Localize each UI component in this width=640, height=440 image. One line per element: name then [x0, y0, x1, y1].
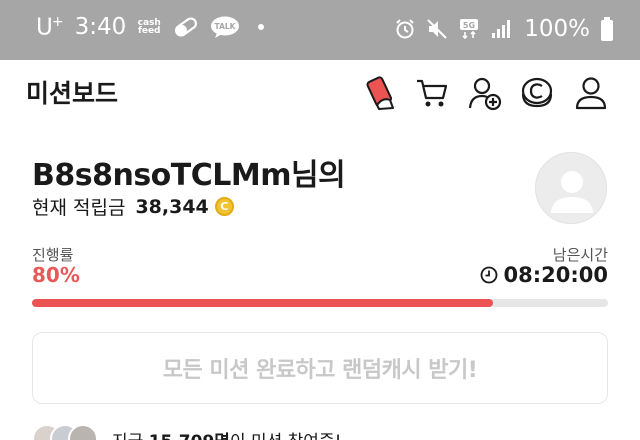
page-title: 미션보드 [26, 79, 119, 108]
participants-text: 지금 15,709명이 미션 참여중! [112, 427, 341, 440]
progress-bar [32, 299, 608, 307]
participants-prefix: 지금 [112, 432, 149, 440]
remaining-time-value: 08:20:00 [503, 263, 608, 287]
progress-label: 진행률 [32, 246, 74, 264]
talk-badge-text: TALK [215, 22, 237, 31]
current-points: 현재 적립금 38,344 C [32, 193, 234, 220]
profile-icon [575, 77, 607, 110]
default-avatar-icon [551, 171, 593, 213]
clock: 3:40 [74, 14, 127, 41]
my-page-button[interactable] [572, 74, 610, 112]
battery-percent: 100% [524, 16, 590, 42]
avatar[interactable] [535, 152, 607, 224]
phone-mission-icon [366, 76, 394, 110]
participants-row: 지금 15,709명이 미션 참여중! [32, 424, 341, 440]
network-label: 5G [463, 21, 475, 30]
carrier-text: U [36, 14, 53, 41]
points-value: 38,344 [135, 195, 209, 218]
network-5g-icon: 5G [460, 19, 479, 40]
complete-all-missions-button[interactable]: 모든 미션 완료하고 랜덤캐시 받기! [32, 332, 608, 404]
carrier-label: U+ [36, 14, 64, 41]
clock-icon [480, 266, 497, 284]
invite-friend-button[interactable] [466, 74, 504, 112]
cash-history-button[interactable] [518, 74, 556, 112]
add-friend-icon [468, 77, 502, 111]
points-label: 현재 적립금 [32, 197, 126, 219]
app-header: 미션보드 [0, 60, 640, 126]
signal-icon [492, 20, 511, 38]
progress-bar-fill [32, 299, 493, 307]
coin-symbol: C [220, 200, 229, 213]
progress-percent: 80% [32, 263, 80, 287]
username-heading: B8s8nsoTCLMm님의 [32, 158, 346, 193]
remaining-timer: 08:20:00 [480, 263, 608, 287]
battery-icon [601, 17, 613, 41]
status-right: 5G 100% [394, 16, 614, 42]
cashfeed-notification-icon: cash feed [136, 19, 162, 37]
remaining-time-label: 남은시간 [552, 246, 608, 264]
cart-icon [417, 79, 448, 107]
participants-suffix: 이 미션 참여중! [230, 432, 341, 440]
cash-badge-bottom: feed [137, 26, 161, 37]
more-notifications-dot [258, 24, 265, 31]
talk-notification-icon: TALK [211, 16, 240, 39]
pill-notification-icon [175, 17, 198, 37]
coin-icon: C [214, 197, 234, 216]
carrier-plus: + [51, 14, 64, 30]
cash-coin-icon [521, 77, 553, 108]
status-left: U+ 3:40 cash feed TALK [36, 14, 265, 41]
alarm-icon [396, 19, 414, 39]
participants-count: 15,709명 [149, 432, 230, 440]
shop-button[interactable] [413, 74, 451, 112]
status-bar: U+ 3:40 cash feed TALK 5G 100% [0, 0, 640, 60]
mute-icon [427, 19, 447, 39]
phone-mission-button[interactable] [362, 74, 400, 112]
